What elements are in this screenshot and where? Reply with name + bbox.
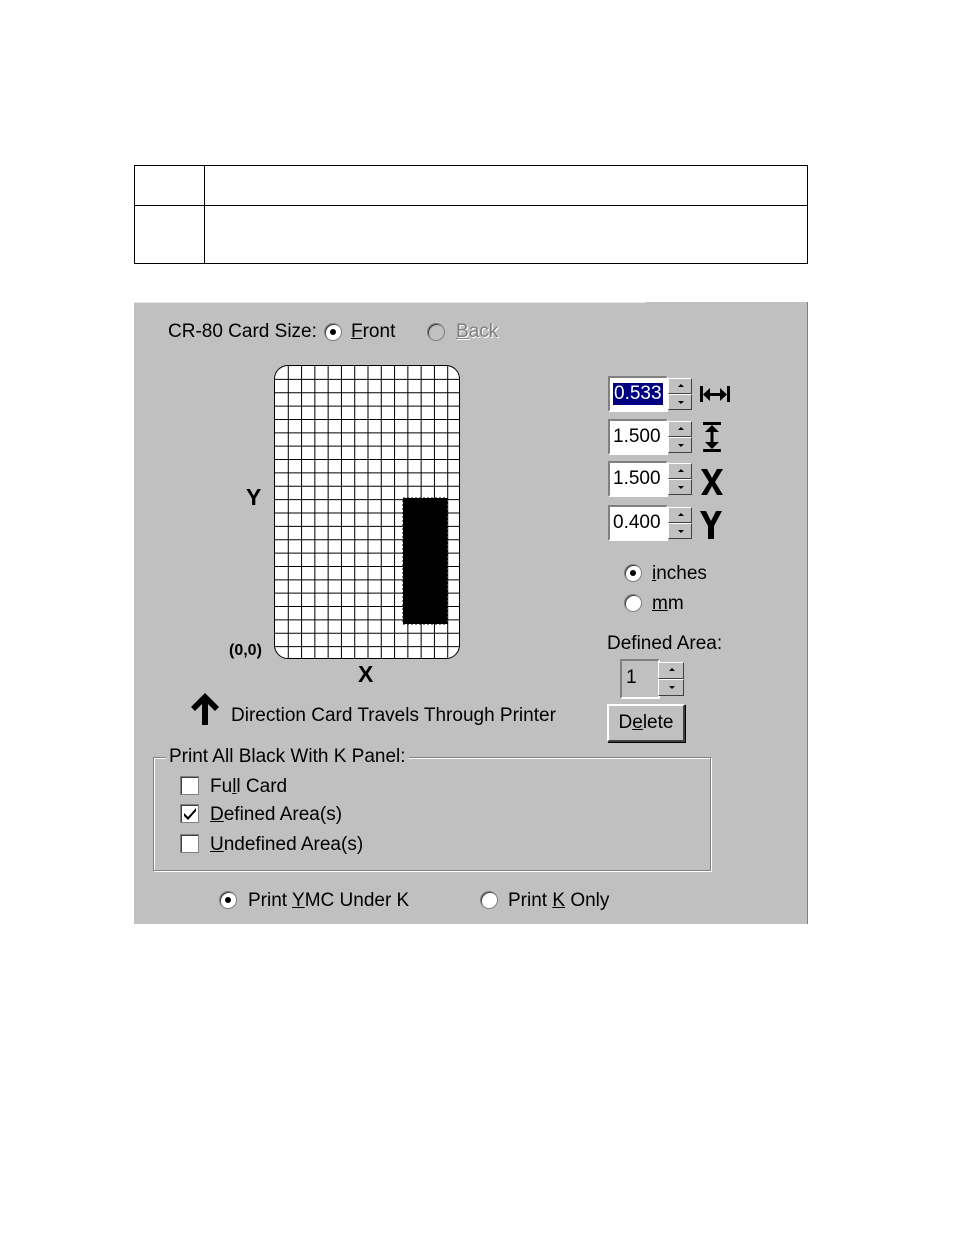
table-column-divider: [204, 166, 205, 263]
card-grid-svg: [275, 366, 459, 658]
mm-radio-label[interactable]: mm: [652, 593, 684, 615]
k-panel-settings-dialog: CR-80 Card Size: Front Back Y (0,0) X Di…: [134, 302, 808, 924]
card-grid[interactable]: [274, 365, 460, 659]
width-spin-up-button[interactable]: [668, 378, 692, 394]
y-spin-up-button[interactable]: [668, 507, 692, 523]
arrow-up-icon: [191, 693, 219, 725]
card-size-label: CR-80 Card Size:: [168, 321, 317, 342]
defined-areas-checkbox[interactable]: [180, 804, 199, 823]
print-k-only-radio[interactable]: [480, 891, 498, 909]
y-letter-icon: [700, 511, 722, 539]
height-spin-up-button[interactable]: [668, 421, 692, 437]
print-k-only-label[interactable]: Print K Only: [508, 890, 609, 912]
mm-radio[interactable]: [624, 594, 642, 612]
direction-text: Direction Card Travels Through Printer: [231, 705, 556, 726]
group-label: Print All Black With K Panel:: [166, 746, 409, 768]
x-spin-down-button[interactable]: [668, 479, 692, 495]
defined-area-down-button[interactable]: [658, 679, 684, 696]
height-input[interactable]: 1.500: [608, 419, 668, 455]
defined-area-up-button[interactable]: [658, 662, 684, 679]
front-radio-label[interactable]: Front: [351, 321, 395, 343]
delete-button[interactable]: Delete: [607, 704, 685, 742]
y-spin-down-button[interactable]: [668, 523, 692, 539]
width-spin-down-button[interactable]: [668, 394, 692, 410]
print-ymc-under-k-label[interactable]: Print YMC Under K: [248, 890, 409, 912]
defined-area-label: Defined Area:: [607, 633, 723, 654]
document-table: [134, 165, 808, 264]
table-row-divider: [135, 205, 807, 206]
full-card-checkbox[interactable]: [180, 776, 199, 795]
x-axis-label: X: [358, 661, 374, 687]
height-arrows-icon: [703, 422, 721, 452]
defined-areas-label[interactable]: Defined Area(s): [210, 804, 342, 826]
undefined-areas-checkbox[interactable]: [180, 834, 199, 853]
defined-area-input[interactable]: 1: [620, 659, 660, 699]
undefined-areas-label[interactable]: Undefined Area(s): [210, 834, 363, 856]
print-ymc-radio-dot: [225, 897, 231, 903]
back-radio-label[interactable]: Back: [456, 321, 498, 343]
y-axis-label: Y: [246, 484, 262, 510]
defined-area-rect[interactable]: [402, 497, 448, 625]
full-card-label[interactable]: Full Card: [210, 776, 287, 798]
x-input[interactable]: 1.500: [608, 461, 668, 497]
checkmark-icon: [184, 808, 196, 820]
width-input[interactable]: 0.533: [608, 376, 668, 412]
inches-radio-dot: [630, 570, 636, 576]
front-radio-dot: [330, 329, 336, 335]
back-radio[interactable]: [427, 323, 445, 341]
front-radio[interactable]: [324, 323, 342, 341]
inches-radio[interactable]: [624, 564, 642, 582]
width-arrows-icon: [700, 386, 730, 402]
x-letter-icon: [701, 469, 723, 495]
x-spin-up-button[interactable]: [668, 463, 692, 479]
dialog-right-edge: [807, 302, 808, 924]
dialog-top-highlight: [134, 302, 646, 303]
y-input[interactable]: 0.400: [608, 505, 668, 541]
origin-label: (0,0): [229, 642, 262, 659]
inches-radio-label[interactable]: inches: [652, 563, 707, 585]
height-spin-down-button[interactable]: [668, 437, 692, 453]
print-ymc-under-k-radio[interactable]: [219, 891, 237, 909]
